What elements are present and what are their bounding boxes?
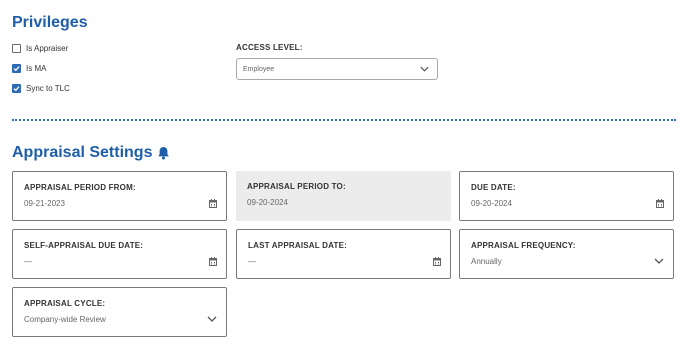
- appraisal-frequency-select[interactable]: APPRAISAL FREQUENCY: Annually: [459, 229, 674, 279]
- access-level-value: Employee: [243, 65, 275, 73]
- appraisal-period-to-value: 09-20-2024: [247, 198, 288, 207]
- chevron-down-icon: [654, 258, 664, 264]
- checkbox-label: Sync to TLC: [26, 84, 70, 93]
- appraisal-period-from-field[interactable]: APPRAISAL PERIOD FROM: 09-21-2023: [12, 171, 227, 221]
- sync-to-tlc-checkbox[interactable]: Sync to TLC: [12, 84, 70, 93]
- appraisal-settings-title-text: Appraisal Settings: [12, 144, 153, 161]
- appraisal-cycle-value: Company-wide Review: [24, 315, 106, 324]
- chevron-down-icon: [207, 316, 217, 322]
- appraisal-cycle-select[interactable]: APPRAISAL CYCLE: Company-wide Review: [12, 287, 227, 337]
- appraisal-period-to-field: APPRAISAL PERIOD TO: 09-20-2024: [236, 171, 451, 221]
- is-appraiser-checkbox[interactable]: Is Appraiser: [12, 44, 68, 53]
- bell-icon: [158, 147, 170, 160]
- calendar-icon[interactable]: [209, 199, 217, 208]
- field-label: APPRAISAL PERIOD FROM:: [24, 183, 136, 192]
- appraisal-frequency-value: Annually: [471, 257, 502, 266]
- access-level-label: ACCESS LEVEL:: [236, 43, 303, 52]
- checkbox-label: Is MA: [26, 64, 47, 73]
- privileges-panel: Privileges Is Appraiser Is MA Sync to TL…: [0, 0, 688, 357]
- field-label: APPRAISAL CYCLE:: [24, 299, 106, 308]
- calendar-icon[interactable]: [209, 257, 217, 266]
- calendar-icon[interactable]: [433, 257, 441, 266]
- field-label: DUE DATE:: [471, 183, 516, 192]
- calendar-icon[interactable]: [656, 199, 664, 208]
- appraisal-period-from-value[interactable]: 09-21-2023: [24, 199, 65, 208]
- checkbox-checked-icon[interactable]: [12, 64, 21, 73]
- self-appraisal-due-date-field[interactable]: SELF-APPRAISAL DUE DATE: —: [12, 229, 227, 279]
- self-appraisal-due-date-value[interactable]: —: [24, 257, 32, 266]
- is-ma-checkbox[interactable]: Is MA: [12, 64, 46, 73]
- checkbox-checked-icon[interactable]: [12, 84, 21, 93]
- field-label: APPRAISAL PERIOD TO:: [247, 182, 346, 191]
- access-level-select[interactable]: Employee: [236, 58, 438, 80]
- section-divider: [12, 119, 676, 121]
- due-date-value[interactable]: 09-20-2024: [471, 199, 512, 208]
- due-date-field[interactable]: DUE DATE: 09-20-2024: [459, 171, 674, 221]
- checkbox-unchecked-icon[interactable]: [12, 44, 21, 53]
- last-appraisal-date-field[interactable]: LAST APPRAISAL DATE: —: [236, 229, 451, 279]
- appraisal-settings-title: Appraisal Settings: [12, 145, 170, 161]
- field-label: SELF-APPRAISAL DUE DATE:: [24, 241, 144, 250]
- last-appraisal-date-value[interactable]: —: [248, 257, 256, 266]
- field-label: LAST APPRAISAL DATE:: [248, 241, 347, 250]
- privileges-title: Privileges: [12, 14, 88, 31]
- chevron-down-icon: [420, 66, 429, 72]
- checkbox-label: Is Appraiser: [26, 44, 69, 53]
- field-label: APPRAISAL FREQUENCY:: [471, 241, 576, 250]
